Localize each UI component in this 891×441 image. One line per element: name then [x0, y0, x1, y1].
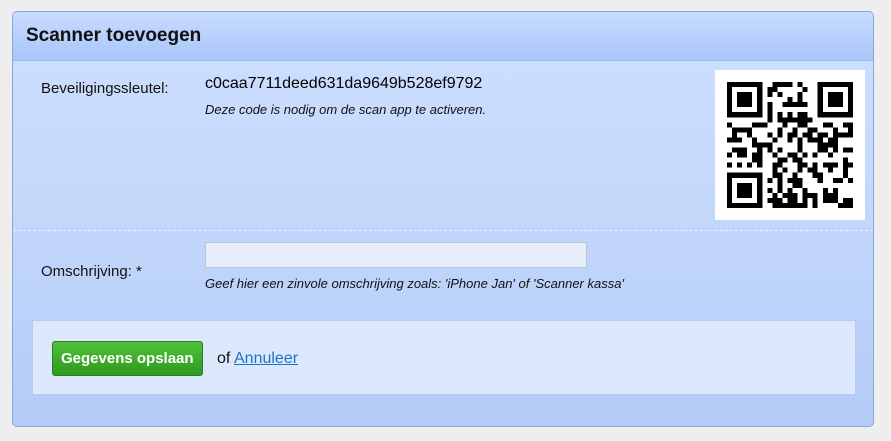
or-text: of — [217, 350, 231, 367]
add-scanner-panel: Scanner toevoegen Beveiligingssleutel: c… — [12, 11, 874, 427]
description-input[interactable] — [205, 242, 587, 268]
panel-header: Scanner toevoegen — [13, 12, 873, 61]
security-key-hint: Deze code is nodig om de scan app te act… — [205, 102, 487, 117]
save-button[interactable]: Gegevens opslaan — [52, 341, 203, 376]
security-key-row: Beveiligingssleutel: c0caa7711deed631da9… — [13, 61, 873, 231]
qr-code-icon — [715, 70, 865, 220]
qr-code-graphic — [727, 82, 853, 208]
security-key-value: c0caa7711deed631da9649b528ef9792 — [205, 75, 483, 92]
description-hint: Geef hier een zinvole omschrijving zoals… — [205, 276, 624, 291]
cancel-link[interactable]: Annuleer — [234, 350, 298, 368]
form-actions: Gegevens opslaan of Annuleer — [32, 320, 856, 395]
security-key-label: Beveiligingssleutel: — [41, 80, 169, 97]
description-row: Omschrijving: * Geef hier een zinvole om… — [13, 231, 873, 321]
description-label: Omschrijving: * — [41, 263, 142, 280]
panel-title: Scanner toevoegen — [26, 25, 202, 46]
